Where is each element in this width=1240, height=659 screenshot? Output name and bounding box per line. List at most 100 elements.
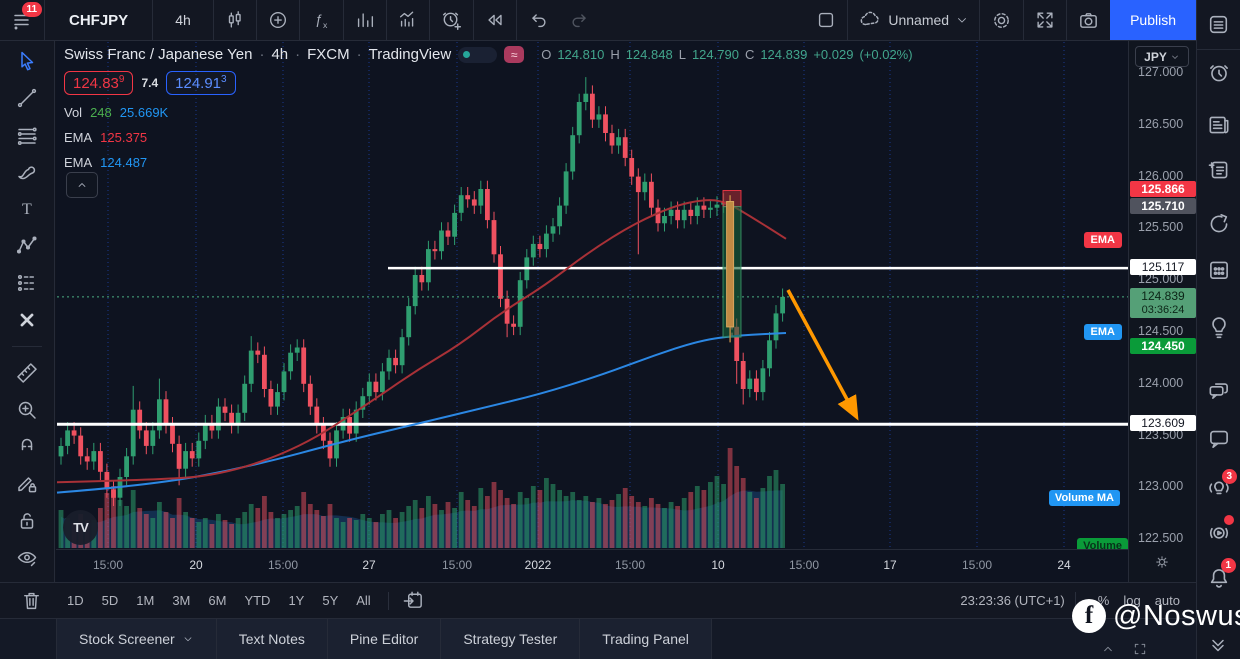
private-chat-button[interactable]: [1206, 425, 1232, 451]
undo-button[interactable]: [517, 0, 559, 40]
magnifier-plus-icon: [15, 398, 39, 422]
fullscreen-button[interactable]: [1024, 0, 1066, 40]
range-5d[interactable]: 5D: [95, 590, 126, 611]
range-1d[interactable]: 1D: [60, 590, 91, 611]
remove-drawings-tool[interactable]: [12, 307, 42, 333]
camera-icon: [1077, 9, 1100, 32]
delete-drawings-button[interactable]: [16, 588, 46, 614]
tab-strategy-tester[interactable]: Strategy Tester: [441, 619, 580, 659]
currency-selector[interactable]: JPY: [1135, 46, 1189, 67]
ema-fast-legend[interactable]: EMA 125.375: [64, 130, 147, 145]
object-tree-button[interactable]: [1206, 12, 1232, 38]
streams-button[interactable]: 3: [1206, 475, 1232, 501]
redo-button[interactable]: [559, 0, 601, 40]
calendar-dots-icon: [1206, 257, 1232, 283]
notifications-badge: 1: [1221, 558, 1236, 573]
volume-tag: Volume: [1077, 538, 1128, 549]
price-axis[interactable]: JPY 127.000126.500126.000125.500125.0001…: [1128, 41, 1197, 582]
text-notes-button[interactable]: [1206, 157, 1232, 183]
replay-button[interactable]: [474, 0, 516, 40]
interval-button[interactable]: 4h: [153, 0, 213, 40]
publish-button[interactable]: Publish: [1110, 0, 1196, 40]
cloud-save-button[interactable]: Unnamed: [848, 0, 979, 40]
brush-tool[interactable]: [12, 159, 42, 185]
range-1m[interactable]: 1M: [129, 590, 161, 611]
symbol-header: Swiss Franc / Japanese Yen · 4h · FXCM ·…: [64, 46, 913, 63]
tab-pine-editor[interactable]: Pine Editor: [328, 619, 441, 659]
range-ytd[interactable]: YTD: [237, 590, 277, 611]
range-6m[interactable]: 6M: [201, 590, 233, 611]
ideas-button[interactable]: [1206, 314, 1232, 340]
calendar-button[interactable]: [1206, 257, 1232, 283]
right-sidebar: 3 1: [1196, 0, 1240, 659]
trend-line-tool[interactable]: [12, 85, 42, 111]
text-tool[interactable]: T: [12, 196, 42, 222]
measure-tool[interactable]: [12, 360, 42, 386]
chart-style-button[interactable]: [214, 0, 256, 40]
range-1y[interactable]: 1Y: [281, 590, 311, 611]
range-3m[interactable]: 3M: [165, 590, 197, 611]
time-axis[interactable]: 15:002015:002715:00202215:001015:001715:…: [56, 549, 1128, 583]
fx-rate-toggle[interactable]: ≈: [504, 46, 524, 63]
time-tick: 2022: [525, 558, 552, 572]
go-to-date-button[interactable]: [399, 588, 429, 614]
notifications-button[interactable]: 1: [1206, 565, 1232, 591]
market-status-pill[interactable]: [458, 47, 497, 63]
range-all[interactable]: All: [349, 590, 377, 611]
chat-bubble-icon: [1206, 425, 1232, 451]
price-tick: 122.500: [1138, 531, 1183, 545]
lock-drawings-tool[interactable]: [12, 508, 42, 534]
chart-settings-button[interactable]: [980, 0, 1023, 40]
header-provider[interactable]: TradingView: [369, 46, 452, 63]
symbol-name: CHFJPY: [55, 12, 142, 29]
symbol-title[interactable]: Swiss Franc / Japanese Yen: [64, 46, 252, 63]
fundamental-metrics-button[interactable]: [387, 0, 429, 40]
sell-button[interactable]: 124.839: [64, 71, 133, 95]
sidebar-collapse-button[interactable]: [1206, 632, 1232, 658]
buy-button[interactable]: 124.913: [166, 71, 235, 95]
close-icon: [16, 309, 38, 331]
panel-list-icon: [1206, 12, 1231, 37]
stop-price-label: 125.866: [1130, 181, 1196, 197]
symbol-search-button[interactable]: CHFJPY: [45, 0, 152, 40]
projection-tool[interactable]: [12, 270, 42, 296]
hide-drawings-tool[interactable]: [12, 545, 42, 571]
compare-button[interactable]: [257, 0, 299, 40]
range-5y[interactable]: 5Y: [315, 590, 345, 611]
indicator-templates-button[interactable]: [344, 0, 386, 40]
cursor-tool[interactable]: [12, 48, 42, 74]
watermark: f @Noswus: [1072, 599, 1240, 633]
fib-retracement-tool[interactable]: [12, 122, 42, 148]
layout-button[interactable]: [805, 0, 847, 40]
snapshot-button[interactable]: [1067, 0, 1110, 40]
pane-maximize-button[interactable]: [1132, 641, 1148, 657]
magnet-mode-tool[interactable]: [12, 434, 42, 460]
alerts-button[interactable]: [1206, 60, 1232, 86]
ema-slow-legend[interactable]: EMA 124.487: [64, 155, 147, 170]
main-menu-button[interactable]: 11: [0, 0, 44, 40]
drawing-mode-lock-tool[interactable]: [12, 471, 42, 497]
hotlists-button[interactable]: [1206, 211, 1232, 237]
text-icon: T: [15, 197, 39, 221]
tradingview-logo[interactable]: TV: [63, 510, 98, 545]
tab-trading-panel[interactable]: Trading Panel: [580, 619, 712, 659]
news-button[interactable]: [1206, 112, 1232, 138]
time-tick: 27: [362, 558, 375, 572]
pane-collapse-button[interactable]: [1100, 641, 1116, 657]
legend-collapse-button[interactable]: [66, 172, 98, 198]
header-exchange[interactable]: FXCM: [307, 46, 350, 63]
public-chats-button[interactable]: [1206, 377, 1232, 403]
indicators-button[interactable]: ƒx: [300, 0, 343, 40]
pattern-tool[interactable]: [12, 233, 42, 259]
header-interval[interactable]: 4h: [271, 46, 288, 63]
facebook-icon: f: [1072, 599, 1106, 633]
live-streams-button[interactable]: [1206, 520, 1232, 546]
tab-stock-screener[interactable]: Stock Screener: [56, 619, 217, 659]
alert-button[interactable]: [430, 0, 473, 40]
zoom-in-tool[interactable]: [12, 397, 42, 423]
tab-text-notes[interactable]: Text Notes: [217, 619, 328, 659]
volume-legend[interactable]: Vol 248 25.669K: [64, 105, 168, 120]
chart-area[interactable]: Swiss Franc / Japanese Yen · 4h · FXCM ·…: [56, 41, 1128, 549]
session-clock[interactable]: 23:23:36 (UTC+1): [960, 593, 1064, 608]
sun-icon[interactable]: [1153, 553, 1171, 571]
